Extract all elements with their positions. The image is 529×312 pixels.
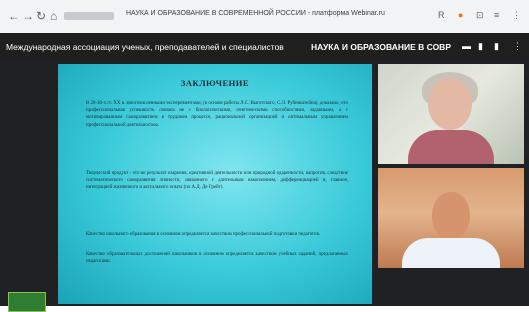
forward-icon[interactable]: → [22,9,34,23]
browser-toolbar: ← → ↻ ⌂ НАУКА И ОБРАЗОВАНИЕ В СОВРЕМЕННО… [0,0,529,33]
more-icon[interactable]: ⋮ [512,10,521,21]
slide-paragraph: Качество образовательных достижений школ… [86,252,348,265]
participant-body [402,238,500,268]
slide-paragraph: В 20-30-х гг. XX в. многочисленными эксп… [86,101,348,128]
meeting-header: Международная ассоциация ученых, препода… [0,33,529,60]
organization-title: Международная ассоциация ученых, препода… [6,42,284,52]
bookmark-icon[interactable]: ▮ [494,41,499,52]
menu-icon[interactable]: ≡ [494,10,499,21]
participant-video-2[interactable] [378,168,524,268]
home-icon[interactable]: ⌂ [50,9,57,23]
presentation-slide: ЗАКЛЮЧЕНИЕ В 20-30-х гг. XX в. многочисл… [58,64,372,304]
slide-heading: ЗАКЛЮЧЕНИЕ [180,78,250,88]
participant-face [432,192,470,240]
cast-icon[interactable]: ⊡ [476,10,484,21]
participant-video-1[interactable] [378,64,524,164]
chat-icon[interactable]: ▬ [462,41,471,52]
self-view-thumbnail[interactable] [8,292,46,312]
meeting-stage: ЗАКЛЮЧЕНИЕ В 20-30-х гг. XX в. многочисл… [0,60,529,312]
slide-paragraph: Творческий продукт - это не результат оз… [86,171,348,191]
address-bar[interactable] [64,12,114,20]
page-title: НАУКА И ОБРАЗОВАНИЕ В СОВРЕМЕННОЙ РОССИИ… [126,10,385,17]
participant-face [428,78,472,130]
extension-icon[interactable]: R [438,10,445,21]
participant-body [408,130,494,164]
reload-icon[interactable]: ↻ [36,9,46,23]
back-icon[interactable]: ← [8,9,20,23]
slide-paragraph: Качество школьного образования в основно… [86,232,321,237]
conference-title: НАУКА И ОБРАЗОВАНИЕ В СОВР [311,42,451,52]
record-icon[interactable]: ● [458,10,463,21]
layout-icon[interactable]: ▮ [478,41,483,52]
more-icon[interactable]: ⋮ [513,41,522,52]
